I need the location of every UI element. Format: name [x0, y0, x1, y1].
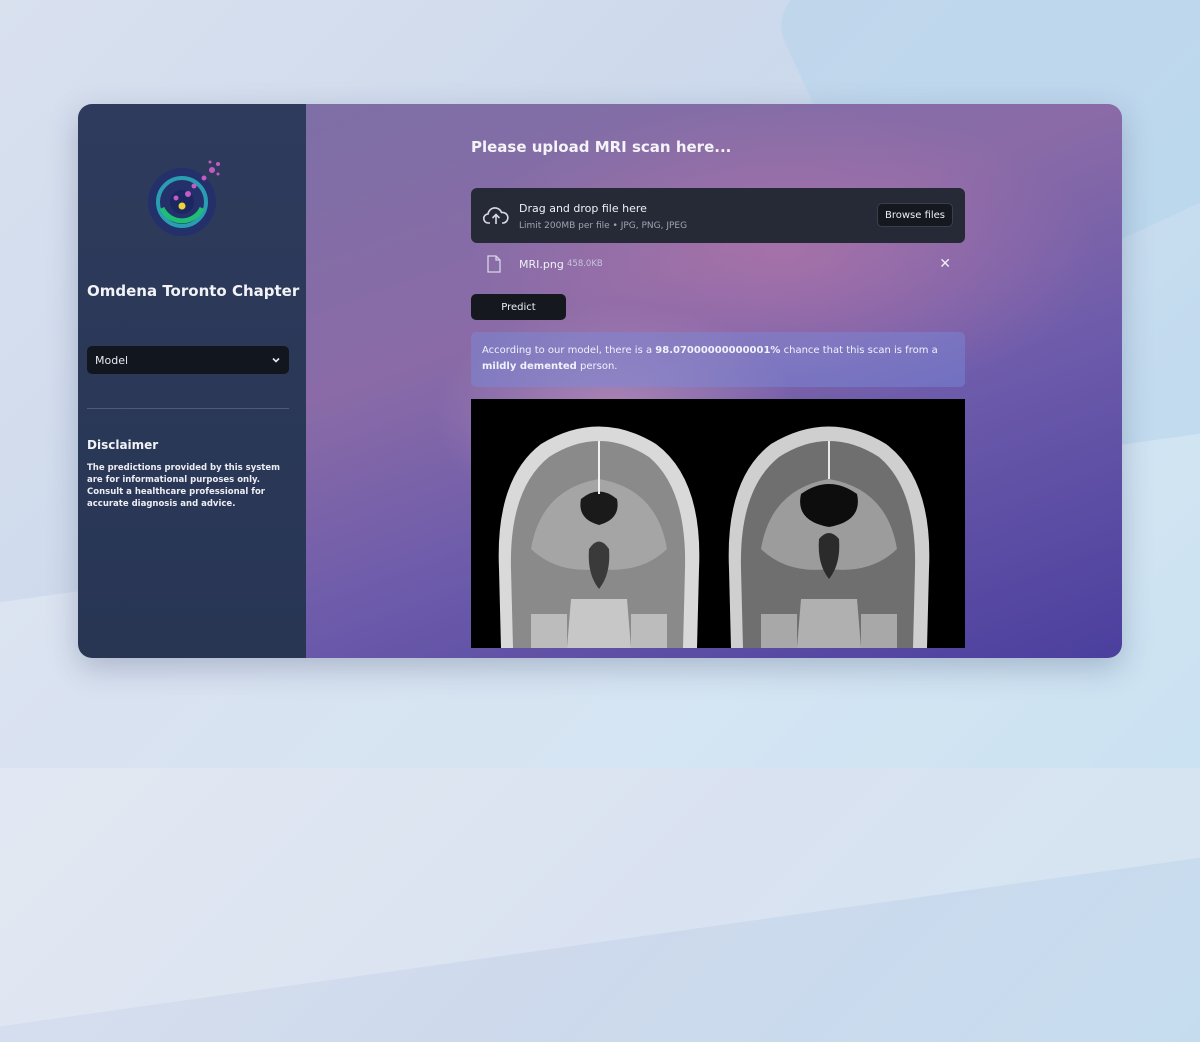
predict-button[interactable]: Predict: [471, 294, 566, 320]
logo-icon: [148, 160, 220, 236]
cloud-upload-icon: [483, 207, 509, 224]
disclaimer-title: Disclaimer: [87, 438, 159, 452]
sidebar-title: Omdena Toronto Chapter: [87, 282, 300, 300]
chevron-down-icon: [272, 357, 280, 363]
result-text-prefix: According to our model, there is a: [482, 345, 656, 356]
dropzone-title: Drag and drop file here: [519, 202, 647, 215]
prediction-result: According to our model, there is a 98.07…: [471, 332, 965, 387]
file-size: 458.0KB: [567, 259, 603, 269]
result-percent: 98.07000000000001%: [655, 345, 781, 356]
file-icon: [487, 255, 501, 273]
dropzone-subtitle: Limit 200MB per file • JPG, PNG, JPEG: [519, 221, 688, 231]
app-window: Omdena Toronto Chapter Model Disclaimer …: [78, 104, 1122, 658]
model-select-value: Model: [95, 353, 129, 367]
browse-files-button[interactable]: Browse files: [877, 203, 953, 227]
sidebar-divider: [87, 408, 289, 409]
uploaded-file-row: MRI.png 458.0KB ✕: [471, 252, 965, 278]
result-text-middle: chance that this scan is from a: [780, 345, 938, 356]
sidebar: Omdena Toronto Chapter Model Disclaimer …: [78, 104, 306, 658]
result-class: mildly demented: [482, 361, 577, 372]
main-panel: Please upload MRI scan here... Drag and …: [306, 104, 1122, 658]
result-text-suffix: person.: [576, 361, 618, 372]
file-dropzone[interactable]: Drag and drop file here Limit 200MB per …: [471, 188, 965, 243]
mri-scan-image: [471, 399, 965, 648]
disclaimer-text: The predictions provided by this system …: [87, 463, 280, 509]
page-title: Please upload MRI scan here...: [471, 138, 732, 156]
close-icon[interactable]: ✕: [939, 256, 951, 272]
model-select[interactable]: Model: [87, 346, 289, 374]
file-name: MRI.png: [519, 258, 564, 271]
